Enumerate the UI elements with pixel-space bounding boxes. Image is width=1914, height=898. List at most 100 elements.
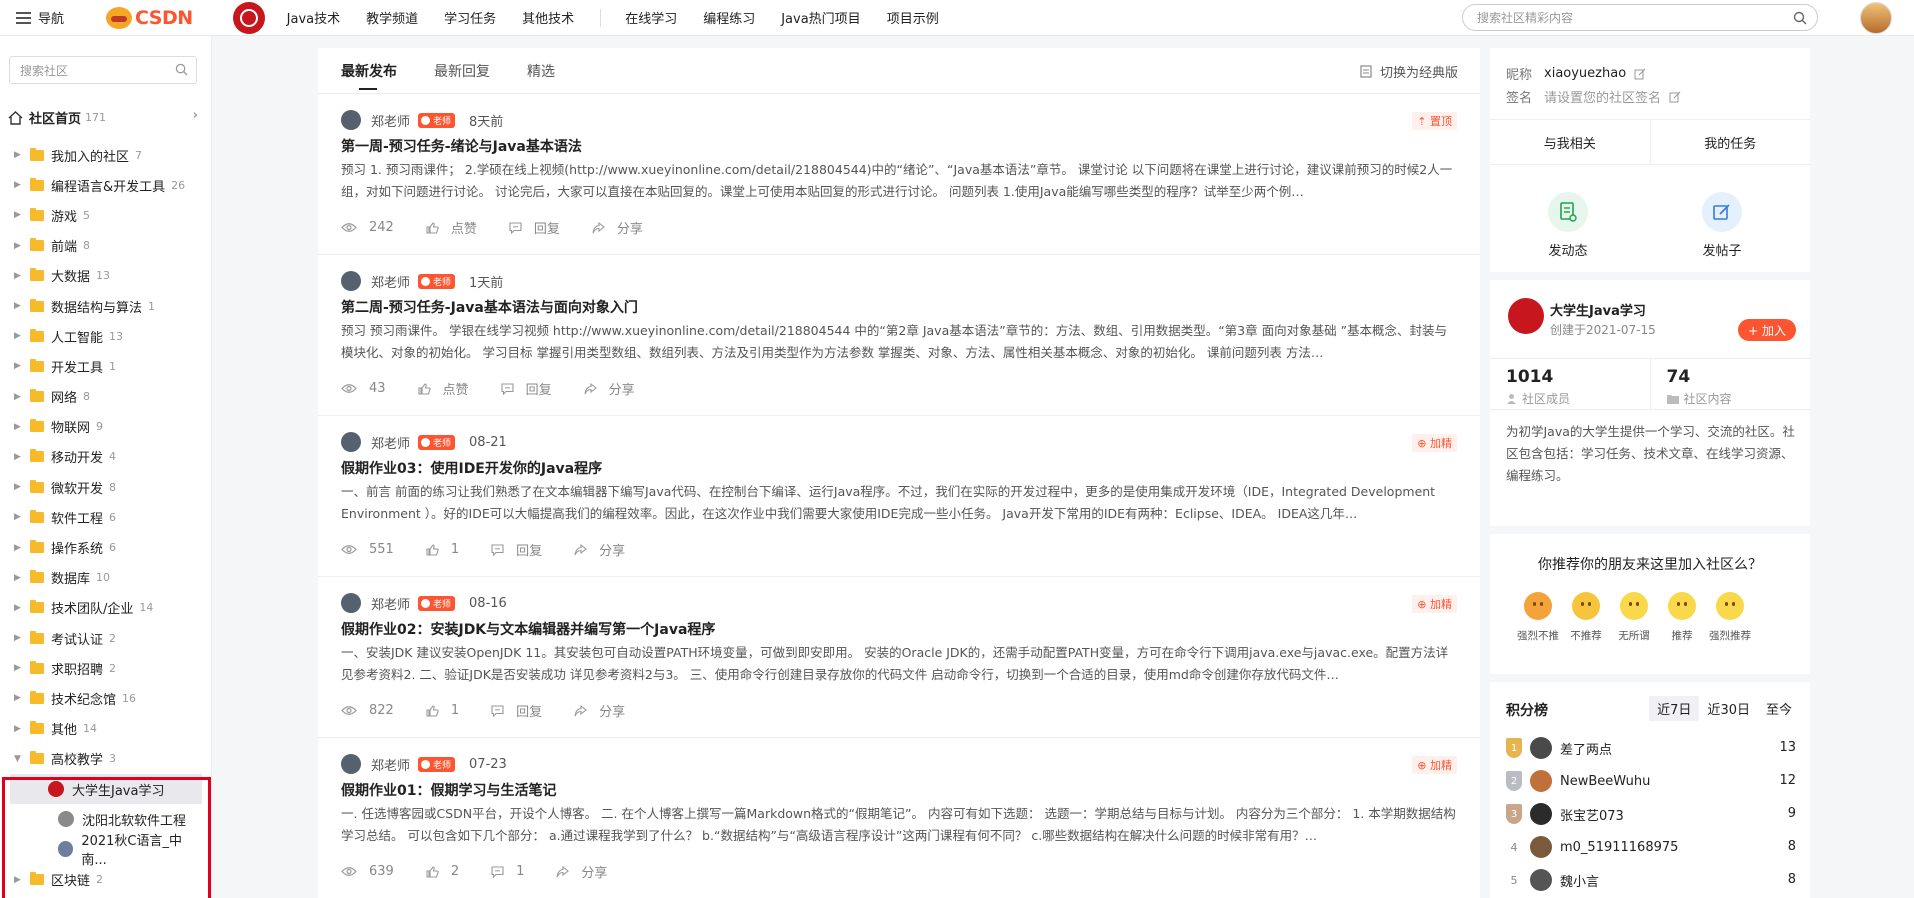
reply-button[interactable]: 回复 bbox=[491, 540, 542, 559]
share-button[interactable]: 分享 bbox=[556, 862, 607, 881]
nav-link-tasks[interactable]: 学习任务 bbox=[444, 8, 496, 27]
ranking-username[interactable]: 魏小言 bbox=[1560, 871, 1599, 890]
post-excerpt[interactable]: 一、安装JDK 建议安装OpenJDK 11。其安装包可自动设置PATH环境变量… bbox=[341, 642, 1459, 686]
sidebar-category[interactable]: ▶ 求职招聘 2 bbox=[0, 653, 212, 683]
sidebar-category[interactable]: ▶ 大数据 13 bbox=[0, 261, 212, 291]
post-thread-button[interactable]: 发帖子 bbox=[1682, 192, 1762, 259]
sidebar-category[interactable]: ▶ 区块链 2 bbox=[0, 865, 212, 895]
community-logo[interactable] bbox=[1508, 298, 1544, 334]
sidebar-category[interactable]: ▶ 我加入的社区 7 bbox=[0, 140, 212, 170]
edit-icon[interactable] bbox=[1634, 68, 1646, 80]
like-button[interactable]: 2 bbox=[426, 864, 459, 879]
community-name[interactable]: 大学生Java学习 bbox=[1550, 300, 1646, 319]
tab-30-days[interactable]: 近30日 bbox=[1699, 696, 1758, 721]
post-item[interactable]: 郑老师 老师 1天前 第二周-预习任务-Java基本语法与面向对象入门 预习 预习雨课件… bbox=[318, 255, 1480, 416]
author-avatar[interactable] bbox=[341, 271, 361, 291]
post-title[interactable]: 假期作业02：安装JDK与文本编辑器并编写第一个Java程序 bbox=[341, 619, 715, 639]
community-avatar[interactable] bbox=[232, 1, 265, 34]
user-avatar[interactable] bbox=[1530, 770, 1552, 792]
author-avatar[interactable] bbox=[341, 593, 361, 613]
share-button[interactable]: 分享 bbox=[574, 540, 625, 559]
ranking-row[interactable]: 4 m0_51911168975 8 bbox=[1506, 835, 1796, 859]
ranking-row[interactable]: 5 魏小言 8 bbox=[1506, 868, 1796, 892]
sidebar-category-expanded[interactable]: ▼ 高校教学 3 bbox=[0, 744, 212, 774]
author-name[interactable]: 郑老师 bbox=[371, 594, 410, 613]
csdn-logo[interactable]: CSDN bbox=[106, 6, 193, 29]
nav-link-project-examples[interactable]: 项目示例 bbox=[887, 8, 939, 27]
sidebar-category[interactable]: ▶ 操作系统 6 bbox=[0, 532, 212, 562]
post-title[interactable]: 假期作业03：使用IDE开发你的Java程序 bbox=[341, 458, 602, 478]
like-button[interactable]: 点赞 bbox=[417, 379, 469, 398]
tab-featured[interactable]: 精选 bbox=[527, 61, 555, 81]
edit-icon[interactable] bbox=[1669, 91, 1681, 103]
share-button[interactable]: 分享 bbox=[584, 379, 635, 398]
sidebar-category[interactable]: ▶ 编程语言&开发工具 26 bbox=[0, 170, 212, 200]
ranking-username[interactable]: NewBeeWuhu bbox=[1560, 774, 1650, 789]
sidebar-category[interactable]: ▶ 物联网 9 bbox=[0, 412, 212, 442]
sidebar-community-item[interactable]: 大学生Java学习 bbox=[10, 773, 202, 805]
nav-link-teaching[interactable]: 教学频道 bbox=[366, 8, 418, 27]
sidebar-category[interactable]: ▶ 数据结构与算法 1 bbox=[0, 291, 212, 321]
nav-link-coding-practice[interactable]: 编程练习 bbox=[703, 8, 755, 27]
community-search-input[interactable]: 搜索社区精彩内容 bbox=[1462, 4, 1818, 31]
sidebar-category[interactable]: ▶ 网络 8 bbox=[0, 382, 212, 412]
tab-all-time[interactable]: 至今 bbox=[1758, 696, 1800, 721]
author-name[interactable]: 郑老师 bbox=[371, 111, 410, 130]
content-stat[interactable]: 74 社区内容 bbox=[1649, 359, 1811, 409]
sidebar-category[interactable]: ▶ 人工智能 13 bbox=[0, 321, 212, 351]
nav-menu-button[interactable]: 导航 bbox=[16, 8, 64, 27]
post-excerpt[interactable]: 一、前言 前面的练习让我们熟悉了在文本编辑器下编写Java代码、在控制台下编译、… bbox=[341, 481, 1459, 525]
like-button[interactable]: 1 bbox=[426, 703, 459, 718]
sidebar-category[interactable]: ▶ 微软开发 8 bbox=[0, 472, 212, 502]
sidebar-category[interactable]: ▶ 游戏 5 bbox=[0, 200, 212, 230]
sidebar-category[interactable]: ▶ 数据库 10 bbox=[0, 563, 212, 593]
like-button[interactable]: 点赞 bbox=[426, 218, 477, 237]
post-excerpt[interactable]: 一. 任选博客园或CSDN平台，开设个人博客。 二. 在个人博客上撰写一篇Mar… bbox=[341, 803, 1459, 847]
reply-button[interactable]: 1 bbox=[491, 864, 524, 879]
share-button[interactable]: 分享 bbox=[592, 218, 643, 237]
nav-link-java-projects[interactable]: Java热门项目 bbox=[781, 8, 860, 27]
sidebar-search-input[interactable]: 搜索社区 bbox=[9, 56, 197, 84]
ranking-row[interactable]: 3 张宝艺073 9 bbox=[1506, 802, 1796, 826]
reply-button[interactable]: 回复 bbox=[501, 379, 552, 398]
post-item[interactable]: 郑老师 老师 07-23 ⊕ 加精 假期作业01：假期学习与生活笔记 一. 任选博客园或C… bbox=[318, 738, 1480, 898]
recommend-option[interactable]: 强烈推荐 bbox=[1700, 592, 1760, 643]
reply-button[interactable]: 回复 bbox=[491, 701, 542, 720]
sidebar-category[interactable]: ▶ 考试认证 2 bbox=[0, 623, 212, 653]
user-avatar[interactable] bbox=[1860, 2, 1892, 34]
tab-related-to-me[interactable]: 与我相关 bbox=[1490, 120, 1650, 164]
post-title[interactable]: 假期作业01：假期学习与生活笔记 bbox=[341, 780, 556, 800]
author-name[interactable]: 郑老师 bbox=[371, 433, 410, 452]
post-dynamic-button[interactable]: 发动态 bbox=[1528, 192, 1608, 259]
switch-classic-button[interactable]: 切换为经典版 bbox=[1360, 62, 1458, 81]
sidebar-category[interactable]: ▶ 软件工程 6 bbox=[0, 502, 212, 532]
sidebar-home[interactable]: 社区首页 171 › bbox=[8, 108, 198, 127]
ranking-username[interactable]: m0_51911168975 bbox=[1560, 840, 1678, 855]
sidebar-community-item[interactable]: 2021秋C语言_中南... bbox=[10, 834, 202, 868]
author-avatar[interactable] bbox=[341, 432, 361, 452]
ranking-username[interactable]: 差了两点 bbox=[1560, 739, 1612, 758]
user-avatar[interactable] bbox=[1530, 737, 1552, 759]
ranking-username[interactable]: 张宝艺073 bbox=[1560, 805, 1624, 824]
tab-latest-reply[interactable]: 最新回复 bbox=[434, 61, 490, 81]
post-excerpt[interactable]: 预习 1. 预习雨课件； 2.学硕在线上视频(http://www.xueyin… bbox=[341, 159, 1459, 203]
user-avatar[interactable] bbox=[1530, 803, 1552, 825]
nav-link-other-tech[interactable]: 其他技术 bbox=[522, 8, 574, 27]
sidebar-category[interactable]: ▶ 开发工具 1 bbox=[0, 351, 212, 381]
post-item[interactable]: 郑老师 老师 08-16 ⊕ 加精 假期作业02：安装JDK与文本编辑器并编写第一个Ja… bbox=[318, 577, 1480, 738]
user-avatar[interactable] bbox=[1530, 836, 1552, 858]
nav-link-java-tech[interactable]: Java技术 bbox=[287, 8, 340, 27]
author-avatar[interactable] bbox=[341, 754, 361, 774]
author-avatar[interactable] bbox=[341, 110, 361, 130]
ranking-row[interactable]: 2 NewBeeWuhu 12 bbox=[1506, 769, 1796, 793]
tab-my-tasks[interactable]: 我的任务 bbox=[1649, 120, 1811, 164]
reply-button[interactable]: 回复 bbox=[509, 218, 560, 237]
post-title[interactable]: 第二周-预习任务-Java基本语法与面向对象入门 bbox=[341, 297, 638, 317]
ranking-row[interactable]: 1 差了两点 13 bbox=[1506, 736, 1796, 760]
author-name[interactable]: 郑老师 bbox=[371, 755, 410, 774]
member-stat[interactable]: 1014 社区成员 bbox=[1490, 359, 1650, 409]
join-community-button[interactable]: + 加入 bbox=[1738, 319, 1796, 341]
post-title[interactable]: 第一周-预习任务-绪论与Java基本语法 bbox=[341, 136, 582, 156]
sidebar-category[interactable]: ▶ 移动开发 4 bbox=[0, 442, 212, 472]
search-icon[interactable] bbox=[175, 63, 188, 76]
